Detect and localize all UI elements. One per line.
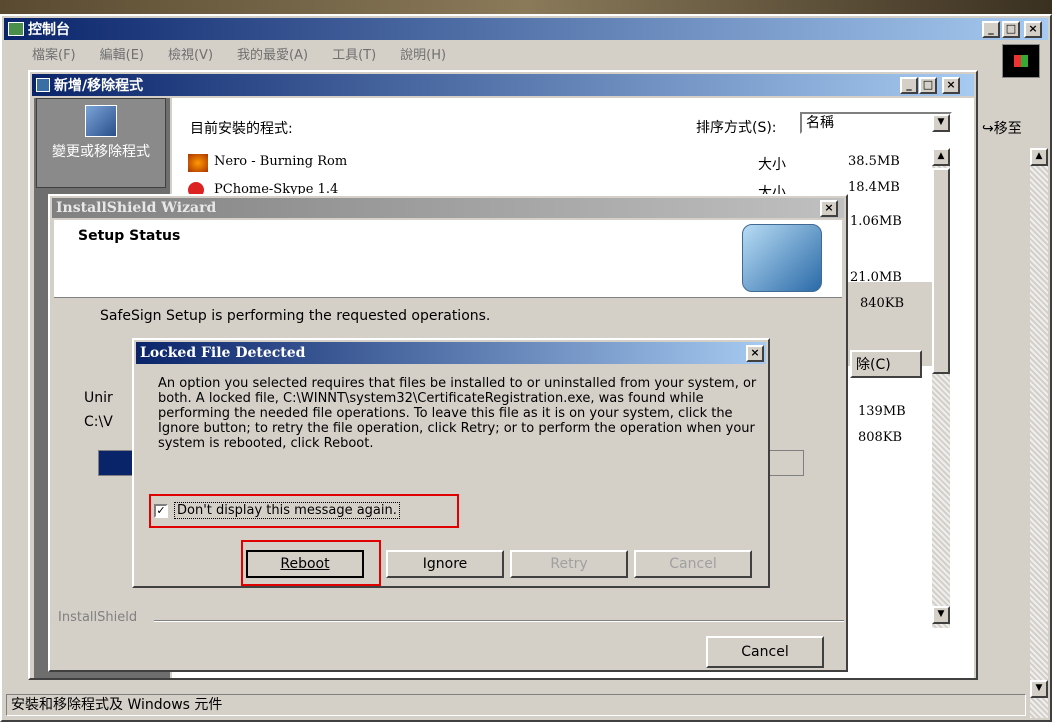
- goto-button[interactable]: ↪移至: [982, 118, 1022, 138]
- remove-label: 除(C): [856, 357, 891, 373]
- sidebar-item-label: 變更或移除程式: [52, 144, 150, 160]
- size-4: 139MB: [858, 404, 906, 419]
- partial-label-2: C:\V: [84, 414, 113, 430]
- dialog-cancel-button: Cancel: [634, 550, 752, 578]
- maximize-button[interactable]: □: [1002, 21, 1020, 38]
- partial-label-1: Unir: [84, 390, 113, 406]
- size-1: 1.06MB: [850, 214, 902, 229]
- wizard-heading: Setup Status: [78, 228, 181, 244]
- computer-icon: [742, 224, 822, 292]
- menu-file[interactable]: 檔案(F): [32, 44, 76, 63]
- control-panel-icon: [8, 22, 24, 36]
- dialog-titlebar[interactable]: Locked File Detected: [136, 342, 766, 364]
- size-5: 808KB: [858, 430, 903, 445]
- program-size: 38.5MB: [848, 154, 900, 169]
- size-label: 大小: [758, 157, 786, 173]
- program-name: Nero - Burning Rom: [214, 154, 348, 169]
- add-remove-titlebar[interactable]: 新增/移除程式: [32, 74, 974, 96]
- scroll-down-arrow[interactable]: ▼: [1030, 680, 1048, 698]
- menu-tools[interactable]: 工具(T): [332, 44, 376, 63]
- add-remove-close[interactable]: ×: [942, 77, 960, 94]
- remove-button[interactable]: 除(C): [850, 350, 922, 378]
- wizard-footer-line: [154, 620, 844, 622]
- installshield-titlebar[interactable]: InstallShield Wizard: [52, 198, 844, 218]
- installed-programs-label: 目前安裝的程式:: [190, 121, 293, 137]
- retry-label: Retry: [550, 556, 588, 572]
- sort-label: 排序方式(S):: [696, 120, 777, 136]
- ignore-button[interactable]: Ignore: [386, 550, 504, 578]
- control-panel-title: 控制台: [28, 22, 70, 38]
- goto-label: 移至: [993, 121, 1022, 137]
- reboot-highlight: [241, 540, 381, 586]
- progress-fill: [99, 451, 135, 475]
- checkbox-highlight: [149, 494, 459, 528]
- control-panel-titlebar[interactable]: 控制台: [4, 18, 1048, 40]
- list-scroll-down-arrow[interactable]: ▼: [932, 606, 950, 624]
- dialog-close[interactable]: ×: [746, 345, 764, 362]
- windows-logo-icon: [1002, 44, 1040, 78]
- dialog-message: An option you selected requires that fil…: [158, 376, 757, 451]
- chevron-down-icon[interactable]: ▼: [932, 114, 950, 132]
- program-size: 18.4MB: [848, 180, 900, 195]
- add-remove-minimize[interactable]: _: [900, 77, 918, 94]
- scroll-up-arrow[interactable]: ▲: [1030, 148, 1048, 166]
- size-3: 840KB: [860, 296, 905, 311]
- sort-value: 名稱: [806, 115, 834, 131]
- install-box-icon: [85, 105, 117, 137]
- menu-help[interactable]: 說明(H): [400, 44, 446, 63]
- add-remove-icon: [36, 78, 50, 92]
- control-panel-scrollbar[interactable]: [1030, 148, 1048, 718]
- close-button[interactable]: ×: [1024, 21, 1042, 38]
- wizard-cancel-button[interactable]: Cancel: [706, 636, 824, 668]
- nero-icon: [188, 154, 208, 172]
- status-bar: 安裝和移除程式及 Windows 元件: [6, 694, 1026, 716]
- dialog-cancel-label: Cancel: [669, 556, 717, 572]
- program-row-nero[interactable]: Nero - Burning Rom 大小 38.5MB: [188, 152, 928, 176]
- desktop-background: [0, 0, 1052, 14]
- add-remove-title: 新增/移除程式: [54, 78, 144, 94]
- wizard-footer-label: InstallShield: [58, 610, 138, 625]
- menu-bar: 檔案(F) 編輯(E) 檢視(V) 我的最愛(A) 工具(T) 說明(H): [32, 44, 446, 63]
- menu-favorites[interactable]: 我的最愛(A): [237, 44, 308, 63]
- list-scroll-up-arrow[interactable]: ▲: [932, 148, 950, 166]
- installshield-close[interactable]: ×: [820, 200, 838, 217]
- list-scroll-thumb[interactable]: [932, 168, 950, 374]
- sort-dropdown[interactable]: 名稱 ▼: [800, 112, 952, 134]
- minimize-button[interactable]: _: [982, 21, 1000, 38]
- retry-button: Retry: [510, 550, 628, 578]
- wizard-cancel-label: Cancel: [741, 644, 789, 660]
- sidebar-item-change-remove[interactable]: 變更或移除程式: [36, 98, 166, 188]
- dialog-title: Locked File Detected: [140, 345, 306, 361]
- menu-edit[interactable]: 編輯(E): [100, 44, 144, 63]
- wizard-status-text: SafeSign Setup is performing the request…: [100, 308, 491, 324]
- ignore-label: Ignore: [422, 556, 468, 572]
- installshield-title: InstallShield Wizard: [56, 200, 217, 216]
- add-remove-maximize[interactable]: □: [919, 77, 937, 94]
- status-text: 安裝和移除程式及 Windows 元件: [11, 697, 223, 713]
- menu-view[interactable]: 檢視(V): [168, 44, 213, 63]
- locked-file-dialog: Locked File Detected × An option you sel…: [132, 338, 770, 588]
